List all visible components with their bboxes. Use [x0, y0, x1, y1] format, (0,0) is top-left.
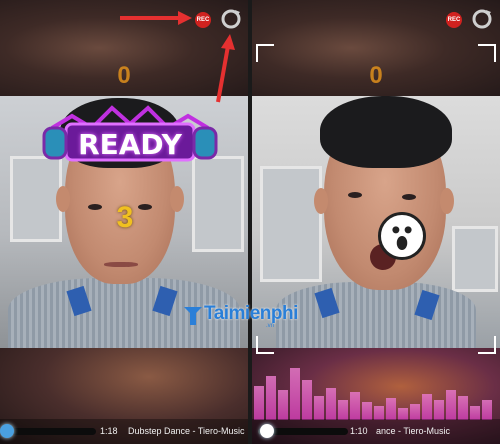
progress-knob[interactable]	[260, 424, 274, 438]
ear	[170, 186, 184, 212]
eye	[402, 194, 416, 200]
mouth	[104, 262, 138, 267]
right-game-panel: 0 REC 1:10 ance - Tiero-Music	[252, 0, 500, 444]
visualizer-bar	[482, 400, 492, 420]
hair	[320, 96, 452, 168]
record-button[interactable]: REC	[195, 12, 211, 28]
visualizer-bar	[278, 390, 288, 420]
visualizer-bar	[314, 396, 324, 420]
visualizer-bar	[350, 392, 360, 420]
visualizer-bar	[302, 380, 312, 420]
flip-camera-icon[interactable]	[471, 8, 493, 30]
progress-track[interactable]	[6, 428, 96, 435]
visualizer-bar	[422, 394, 432, 420]
visualizer-bar	[434, 400, 444, 420]
audio-visualizer	[252, 360, 500, 420]
eye	[348, 192, 362, 198]
visualizer-bar	[338, 400, 348, 420]
watermark-text: Taimienphi	[204, 303, 298, 324]
visualizer-bar	[362, 402, 372, 420]
watermark-sub: .vn	[266, 323, 275, 329]
eye	[88, 204, 102, 210]
visualizer-bar	[266, 376, 276, 420]
visualizer-bar	[290, 368, 300, 420]
record-button[interactable]: REC	[446, 12, 462, 28]
visualizer-bar	[374, 406, 384, 420]
watermark-logo: Taimienphi .vn	[182, 301, 302, 331]
visualizer-bar	[326, 388, 336, 420]
ear	[56, 186, 70, 212]
music-player: 1:18 Dubstep Dance - Tiero-Music	[0, 419, 248, 444]
red-arrow	[216, 34, 235, 103]
elapsed-time: 1:10	[350, 426, 368, 436]
elapsed-time: 1:18	[100, 426, 118, 436]
score-counter: 0	[369, 62, 383, 89]
left-game-panel: 0 REC READY 3 1:18 Dubstep Dance - Tiero…	[0, 0, 248, 444]
frame-corner	[478, 44, 496, 62]
flip-camera-icon[interactable]	[220, 8, 242, 30]
eye	[138, 204, 152, 210]
watermark-icon	[184, 307, 202, 325]
ear	[440, 188, 454, 214]
ear	[314, 188, 328, 214]
song-title: ance - Tiero-Music	[376, 426, 451, 436]
visualizer-bar	[386, 398, 396, 420]
frame-corner	[478, 336, 496, 354]
visualizer-bar	[254, 386, 264, 420]
shirt	[276, 282, 476, 348]
ready-text: READY	[78, 128, 182, 161]
music-player: 1:10 ance - Tiero-Music	[252, 419, 500, 444]
countdown-number: 3	[116, 201, 134, 234]
visualizer-bar	[470, 406, 480, 420]
background-window	[260, 166, 322, 282]
frame-corner	[256, 336, 274, 354]
red-arrow	[120, 11, 192, 25]
song-title: Dubstep Dance - Tiero-Music	[128, 426, 245, 436]
frame-corner	[256, 44, 274, 62]
progress-knob[interactable]	[0, 424, 14, 438]
visualizer-bar	[458, 396, 468, 420]
visualizer-bar	[410, 404, 420, 420]
background-window	[192, 156, 244, 252]
background-window	[452, 226, 498, 292]
visualizer-bar	[446, 390, 456, 420]
surprise-face-icon	[378, 212, 426, 260]
background-window	[10, 156, 62, 242]
